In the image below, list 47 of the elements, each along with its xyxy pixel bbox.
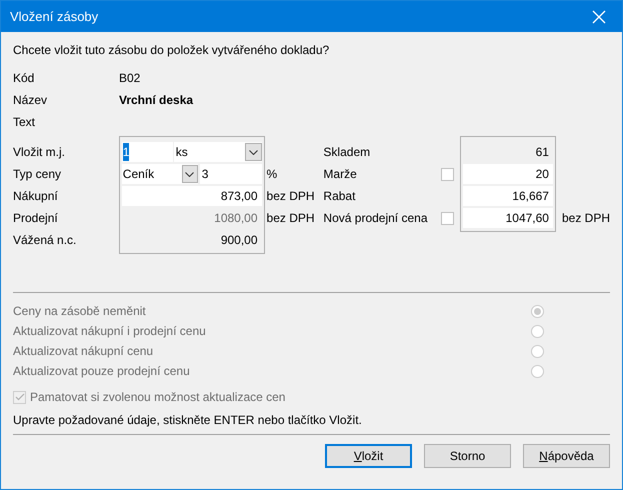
dialog-button[interactable]: Storno [424, 444, 511, 468]
checkbox-label: Pamatovat si zvolenou možnost aktualizace cen [30, 389, 286, 406]
input-field[interactable]: 1047,60 [463, 208, 553, 228]
field-label: Text [13, 114, 36, 131]
checkbox[interactable] [441, 168, 454, 180]
field-label: Typ ceny [13, 166, 62, 183]
input-field[interactable]: 16,667 [463, 186, 553, 206]
field-label: Název [13, 92, 48, 109]
field-label: Marže [323, 166, 357, 183]
radio-label: Aktualizovat nákupní i prodejní cenu [13, 323, 206, 340]
radio-label: Aktualizovat pouze prodejní cenu [13, 363, 190, 380]
field-label: Nákupní [13, 188, 58, 205]
dropdown-button[interactable] [182, 165, 198, 183]
unit-label: bez DPH [266, 188, 315, 205]
price-type-dropdown[interactable]: Ceník [122, 164, 198, 184]
field-value: Vrchní deska [119, 92, 194, 109]
dialog-button[interactable]: Vložit [325, 444, 412, 468]
input-field[interactable]: 1 [122, 142, 173, 162]
checkbox[interactable] [441, 212, 454, 224]
window-title: Vložení zásoby [10, 8, 98, 26]
field-label: Vážená n.c. [13, 232, 76, 249]
radio-label: Ceny na zásobě neměnit [13, 303, 146, 320]
hint-text: Upravte požadované údaje, stiskněte ENTER nebo tlačítko Vložit. [13, 412, 363, 429]
value-text: 900,00 [220, 232, 259, 249]
input-field[interactable]: 873,00 [122, 186, 262, 206]
field-label: Prodejní [13, 210, 58, 227]
unit-label: bez DPH [266, 210, 315, 227]
close-icon [592, 10, 606, 24]
question-text: Chcete vložit tuto zásobu do položek vytvářeného dokladu? [13, 42, 330, 59]
field-label: Rabat [323, 188, 356, 205]
value-text: 61 [534, 144, 550, 161]
value-text: 1080,00 [213, 210, 259, 227]
field-label: Kód [13, 70, 36, 87]
field-label: Vložit m.j. [13, 144, 66, 161]
unit-label: % [266, 166, 278, 183]
chevron-down-icon [248, 150, 258, 154]
dropdown-button[interactable] [244, 143, 262, 161]
radio-label: Aktualizovat nákupní cenu [13, 343, 154, 360]
field-value: B02 [119, 70, 140, 87]
unit-dropdown[interactable]: ks [174, 142, 262, 162]
dialog-button[interactable]: Nápověda [523, 444, 610, 468]
unit-label: bez DPH [562, 210, 610, 227]
input-field[interactable]: 3 [200, 164, 262, 184]
chevron-down-icon [185, 172, 194, 176]
field-label: Nová prodejní cena [323, 210, 428, 227]
field-label: Skladem [323, 144, 370, 161]
input-field[interactable]: 20 [463, 164, 553, 184]
